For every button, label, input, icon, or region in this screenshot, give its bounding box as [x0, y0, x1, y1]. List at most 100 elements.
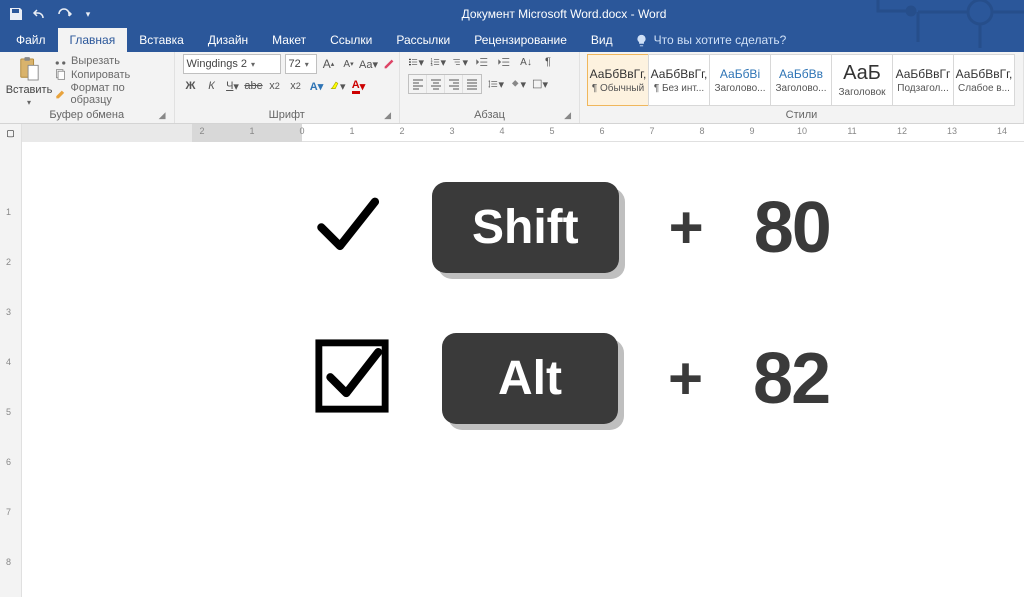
cut-button[interactable]: Вырезать [54, 54, 166, 67]
quick-access-toolbar: ▾ [0, 6, 104, 22]
styles-group-label: Стили [786, 109, 818, 121]
style-name: Слабое в... [958, 83, 1010, 94]
font-name-combo[interactable]: Wingdings 2▾ [183, 54, 281, 74]
highlight-icon[interactable]: ▾ [330, 78, 346, 94]
dialog-launcher-icon[interactable]: ◢ [159, 110, 166, 121]
style-preview: АаБбВвГг, [956, 67, 1013, 81]
watermark-decor [858, 0, 1024, 48]
group-font: Wingdings 2▾ 72 ▾ A▴ A▾ Aa▾ Ж К Ч▾ abe x2… [175, 52, 401, 123]
change-case-icon[interactable]: Aa▾ [361, 56, 377, 72]
style-name: Подзагол... [897, 83, 948, 94]
dialog-launcher-icon[interactable]: ◢ [384, 110, 391, 121]
tell-me[interactable]: Что вы хотите сделать? [625, 28, 797, 52]
plus-symbol: + [668, 344, 703, 413]
style-preview: АаБбВвГг [896, 67, 951, 81]
align-justify-icon[interactable] [463, 75, 481, 93]
style-item[interactable]: АаБбВвГг Подзагол... [892, 54, 954, 106]
style-name: ¶ Без инт... [654, 83, 704, 94]
bold-icon[interactable]: Ж [183, 78, 199, 94]
style-item[interactable]: АаБбВвГг, ¶ Обычный [587, 54, 649, 106]
font-group-label: Шрифт [269, 109, 305, 121]
superscript-icon[interactable]: x2 [288, 78, 304, 94]
align-group [408, 74, 482, 94]
tab-insert[interactable]: Вставка [127, 28, 196, 52]
pilcrow-icon[interactable]: ¶ [540, 54, 556, 70]
font-size-combo[interactable]: 72 ▾ [285, 54, 317, 74]
doc-row-2: Alt + 82 [312, 333, 994, 424]
checkmark-icon [312, 190, 382, 265]
dialog-launcher-icon[interactable]: ◢ [564, 110, 571, 121]
style-preview: АаБ [843, 62, 881, 85]
subscript-icon[interactable]: x2 [267, 78, 283, 94]
copy-label: Копировать [71, 69, 130, 81]
bulb-icon [635, 34, 648, 47]
line-spacing-icon[interactable]: ▾ [488, 76, 504, 92]
shrink-font-icon[interactable]: A▾ [341, 56, 357, 72]
format-painter-button[interactable]: Формат по образцу [54, 82, 166, 106]
style-item[interactable]: АаБбВвГг, Слабое в... [953, 54, 1015, 106]
style-preview: АаБбВвГг, [590, 67, 647, 81]
borders-icon[interactable]: ▾ [532, 76, 548, 92]
paste-button[interactable]: Вставить ▾ [8, 54, 50, 107]
scissors-icon [54, 54, 67, 67]
numbering-icon[interactable]: 123▾ [430, 54, 446, 70]
chevron-down-icon: ▾ [251, 60, 255, 69]
text-effects-icon[interactable]: A▾ [309, 78, 325, 94]
vertical-ruler[interactable]: 12345678 [0, 142, 22, 597]
ruler-row: ▢ 21012345678910111213141516 [0, 124, 1024, 142]
font-size-value: 72 [289, 58, 301, 70]
qat-customize-icon[interactable]: ▾ [80, 6, 96, 22]
tab-layout[interactable]: Макет [260, 28, 318, 52]
workspace: 12345678 Shift + 80 Alt + 82 [0, 142, 1024, 597]
style-preview: АаБбВвГг, [651, 67, 708, 81]
tab-home[interactable]: Главная [58, 28, 128, 52]
align-right-icon[interactable] [445, 75, 463, 93]
sort-icon[interactable]: A↓ [518, 54, 534, 70]
page-gutter [22, 142, 192, 597]
cut-label: Вырезать [71, 55, 120, 67]
styles-gallery[interactable]: АаБбВвГг,¶ ОбычныйАаБбВвГг,¶ Без инт...А… [588, 54, 1015, 106]
strike-icon[interactable]: abe [246, 78, 262, 94]
doc-row-1: Shift + 80 [312, 182, 994, 273]
copy-button[interactable]: Копировать [54, 68, 166, 81]
shading-icon[interactable]: ▾ [510, 76, 526, 92]
format-painter-label: Формат по образцу [71, 82, 166, 106]
style-item[interactable]: АаБбВвЗаголово... [770, 54, 832, 106]
clear-format-icon[interactable] [381, 56, 397, 72]
italic-icon[interactable]: К [204, 78, 220, 94]
document-page[interactable]: Shift + 80 Alt + 82 [192, 142, 1024, 597]
tab-review[interactable]: Рецензирование [462, 28, 579, 52]
style-item[interactable]: АаБбВвГг, ¶ Без инт... [648, 54, 710, 106]
underline-icon[interactable]: Ч▾ [225, 78, 241, 94]
tab-view[interactable]: Вид [579, 28, 625, 52]
tab-design[interactable]: Дизайн [196, 28, 260, 52]
undo-icon[interactable] [32, 6, 48, 22]
align-left-icon[interactable] [409, 75, 427, 93]
increase-indent-icon[interactable] [496, 54, 512, 70]
tab-mailings[interactable]: Рассылки [384, 28, 462, 52]
clipboard-group-label: Буфер обмена [49, 109, 124, 121]
style-item[interactable]: АаБЗаголовок [831, 54, 893, 106]
horizontal-ruler[interactable]: 21012345678910111213141516 [22, 124, 1024, 142]
tab-references[interactable]: Ссылки [318, 28, 384, 52]
plus-symbol: + [669, 193, 704, 262]
copy-icon [54, 68, 67, 81]
chevron-down-icon: ▾ [27, 98, 31, 107]
title-bar: ▾ Документ Microsoft Word.docx - Word [0, 0, 1024, 28]
align-center-icon[interactable] [427, 75, 445, 93]
decrease-indent-icon[interactable] [474, 54, 490, 70]
chevron-down-icon: ▾ [305, 60, 309, 69]
redo-icon[interactable] [56, 6, 72, 22]
tab-file[interactable]: Файл [4, 28, 58, 52]
grow-font-icon[interactable]: A▴ [321, 56, 337, 72]
ruler-corner: ▢ [0, 124, 22, 142]
style-name: Заголово... [776, 83, 827, 94]
code-80: 80 [754, 187, 830, 269]
style-name: ¶ Обычный [592, 83, 644, 94]
multilevel-icon[interactable]: ▾ [452, 54, 468, 70]
font-color-icon[interactable]: A▾ [351, 78, 367, 94]
group-clipboard: Вставить ▾ Вырезать Копировать Формат по… [0, 52, 175, 123]
style-item[interactable]: АаБбВіЗаголово... [709, 54, 771, 106]
bullets-icon[interactable]: ▾ [408, 54, 424, 70]
save-icon[interactable] [8, 6, 24, 22]
